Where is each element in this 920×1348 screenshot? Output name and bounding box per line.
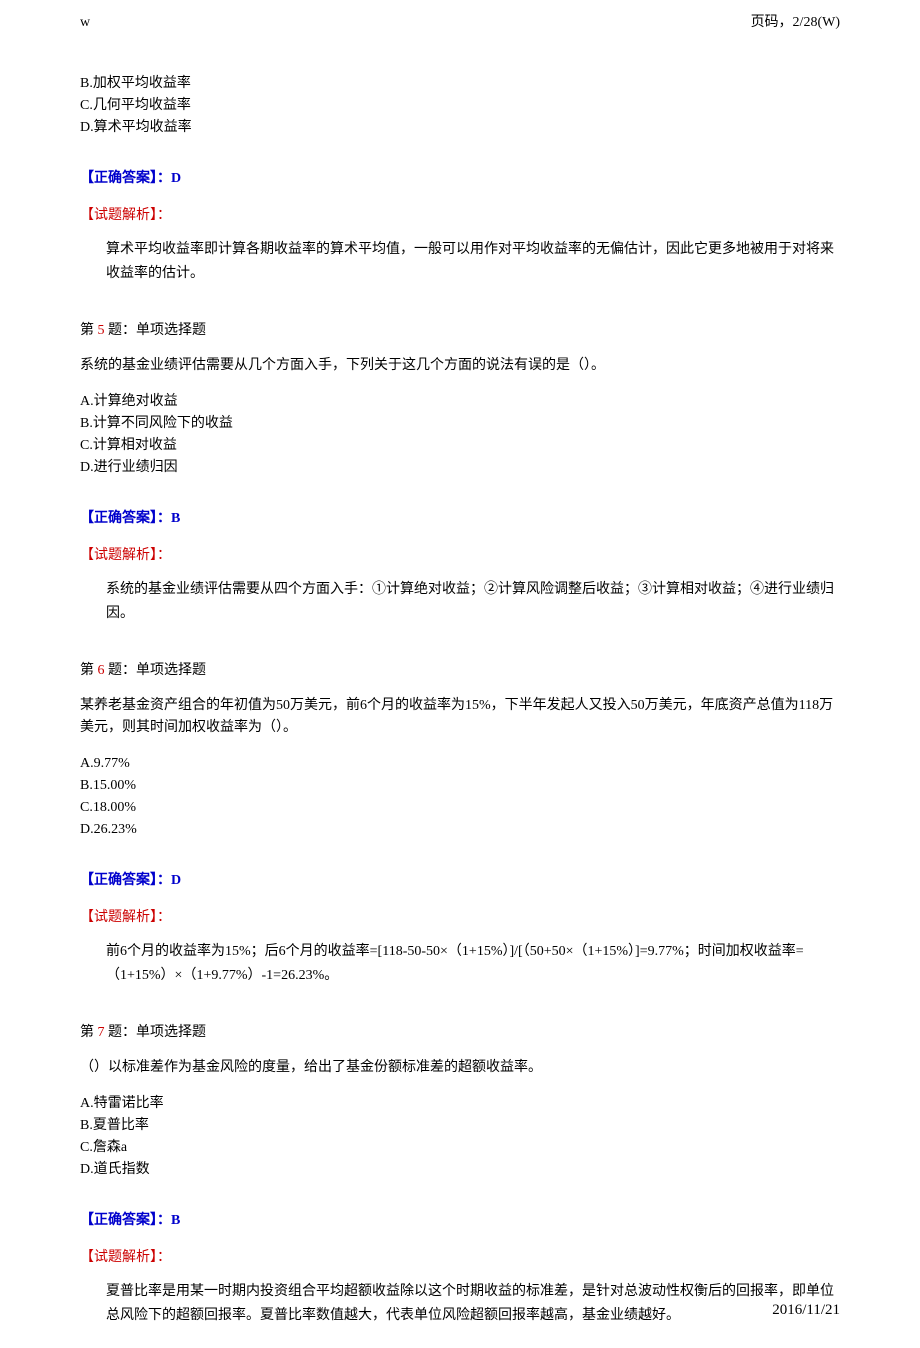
q7-options: A.特雷诺比率 B.夏普比率 C.詹森a D.道氏指数 — [80, 1093, 840, 1180]
q6-header-prefix: 第 — [80, 663, 98, 678]
q6-option-d: D.26.23% — [80, 819, 840, 840]
q4-option-b: B.加权平均收益率 — [80, 73, 840, 94]
q7-option-b: B.夏普比率 — [80, 1115, 840, 1136]
q6-header: 第 6 题：单项选择题 — [80, 660, 840, 681]
q6-number: 6 — [98, 663, 105, 678]
document-content: B.加权平均收益率 C.几何平均收益率 D.算术平均收益率 【正确答案】：D 【… — [0, 33, 920, 1348]
q4-analysis-text: 算术平均收益率即计算各期收益率的算术平均值，一般可以用作对平均收益率的无偏估计，… — [80, 238, 840, 286]
footer-date: 2016/11/21 — [772, 1302, 840, 1318]
q7-number: 7 — [98, 1025, 105, 1040]
q5-number: 5 — [98, 323, 105, 338]
header-right: 页码，2/28(W) — [751, 12, 840, 33]
q6-question: 某养老基金资产组合的年初值为50万美元，前6个月的收益率为15%，下半年发起人又… — [80, 695, 840, 740]
q7-header-prefix: 第 — [80, 1025, 98, 1040]
page-header: w 页码，2/28(W) — [0, 0, 920, 33]
q5-analysis-label: 【试题解析】： — [80, 545, 840, 566]
q5-option-a: A.计算绝对收益 — [80, 391, 840, 412]
q5-option-b: B.计算不同风险下的收益 — [80, 413, 840, 434]
q7-option-a: A.特雷诺比率 — [80, 1093, 840, 1114]
q6-analysis-label: 【试题解析】： — [80, 907, 840, 928]
q5-question: 系统的基金业绩评估需要从几个方面入手，下列关于这几个方面的说法有误的是（）。 — [80, 355, 840, 377]
q4-option-d: D.算术平均收益率 — [80, 117, 840, 138]
q7-analysis-text: 夏普比率是用某一时期内投资组合平均超额收益除以这个时期收益的标准差，是针对总波动… — [80, 1280, 840, 1328]
q6-analysis-text: 前6个月的收益率为15%；后6个月的收益率=[118-50-50×（1+15%）… — [80, 940, 840, 988]
q5-analysis-text: 系统的基金业绩评估需要从四个方面入手：①计算绝对收益；②计算风险调整后收益；③计… — [80, 578, 840, 626]
q5-option-d: D.进行业绩归因 — [80, 457, 840, 478]
q6-option-b: B.15.00% — [80, 775, 840, 796]
q7-question: （）以标准差作为基金风险的度量，给出了基金份额标准差的超额收益率。 — [80, 1057, 840, 1079]
q5-answer-label: 【正确答案】：B — [80, 508, 840, 529]
q7-option-d: D.道氏指数 — [80, 1159, 840, 1180]
q4-analysis-label: 【试题解析】： — [80, 205, 840, 226]
q5-options: A.计算绝对收益 B.计算不同风险下的收益 C.计算相对收益 D.进行业绩归因 — [80, 391, 840, 478]
q6-header-suffix: 题：单项选择题 — [105, 663, 207, 678]
q4-answer-label: 【正确答案】：D — [80, 168, 840, 189]
q7-answer-label: 【正确答案】：B — [80, 1210, 840, 1231]
q6-option-c: C.18.00% — [80, 797, 840, 818]
q6-answer-label: 【正确答案】：D — [80, 870, 840, 891]
page-footer: 2016/11/21 — [772, 1299, 840, 1322]
q7-analysis-label: 【试题解析】： — [80, 1247, 840, 1268]
q5-header: 第 5 题：单项选择题 — [80, 320, 840, 341]
header-left: w — [80, 12, 90, 33]
q6-option-a: A.9.77% — [80, 753, 840, 774]
q7-header-suffix: 题：单项选择题 — [105, 1025, 207, 1040]
q7-option-c: C.詹森a — [80, 1137, 840, 1158]
q7-header: 第 7 题：单项选择题 — [80, 1022, 840, 1043]
q5-header-suffix: 题：单项选择题 — [105, 323, 207, 338]
q5-header-prefix: 第 — [80, 323, 98, 338]
q4-options: B.加权平均收益率 C.几何平均收益率 D.算术平均收益率 — [80, 73, 840, 138]
q4-option-c: C.几何平均收益率 — [80, 95, 840, 116]
q5-option-c: C.计算相对收益 — [80, 435, 840, 456]
q6-options: A.9.77% B.15.00% C.18.00% D.26.23% — [80, 753, 840, 840]
